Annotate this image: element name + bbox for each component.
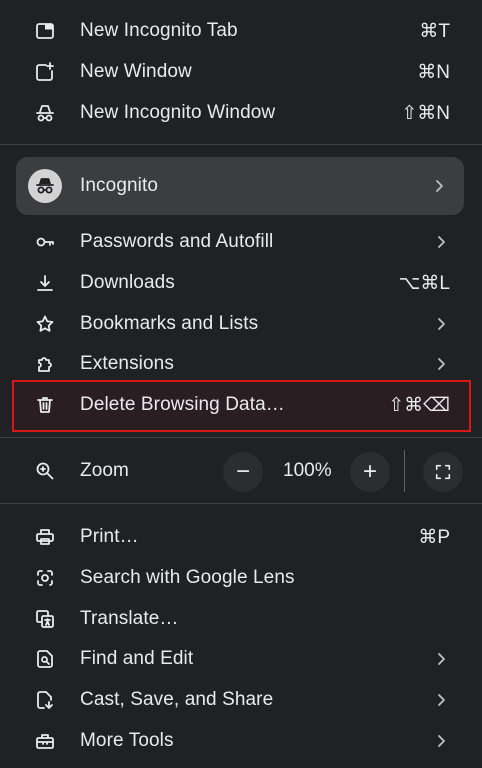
menu-item-label: Search with Google Lens [80, 567, 295, 588]
star-icon [34, 313, 56, 335]
divider [0, 144, 482, 145]
fullscreen-icon [434, 463, 452, 481]
new-window-icon [34, 61, 56, 83]
shortcut-label: ⇧⌘N [401, 102, 450, 124]
menu-item-cast-save-share[interactable]: Cast, Save, and Share [0, 680, 482, 720]
cast-save-icon [34, 689, 56, 711]
menu-item-translate[interactable]: Translate… [0, 599, 482, 639]
chevron-right-icon [436, 693, 446, 707]
chevron-right-icon [436, 652, 446, 666]
menu-item-new-incognito-tab[interactable]: New Incognito Tab ⌘T [0, 11, 482, 51]
menu-item-label: Cast, Save, and Share [80, 689, 274, 710]
profile-incognito-row[interactable]: Incognito [16, 157, 464, 215]
menu-item-label: New Incognito Tab [80, 20, 238, 41]
trash-icon [34, 394, 56, 416]
lens-icon [34, 567, 56, 589]
menu-item-more-tools[interactable]: More Tools [0, 721, 482, 761]
toolbox-icon [34, 730, 56, 752]
zoom-icon [34, 460, 56, 482]
shortcut-label: ⇧⌘⌫ [388, 394, 450, 416]
shortcut-label: ⌘P [418, 526, 450, 548]
menu-item-label: Delete Browsing Data… [80, 394, 285, 415]
menu-item-find-edit[interactable]: Find and Edit [0, 639, 482, 679]
menu-item-label: Extensions [80, 353, 174, 374]
chevron-right-icon [434, 179, 444, 193]
shortcut-label: ⌘T [419, 20, 450, 42]
zoom-level: 100% [283, 460, 332, 481]
menu-item-label: More Tools [80, 730, 174, 751]
menu-item-bookmarks-lists[interactable]: Bookmarks and Lists [0, 304, 482, 344]
shortcut-label: ⌘N [417, 61, 450, 83]
fullscreen-button[interactable] [423, 452, 463, 492]
translate-icon [34, 608, 56, 630]
menu-item-new-incognito-window[interactable]: New Incognito Window ⇧⌘N [0, 93, 482, 133]
menu-item-passwords-autofill[interactable]: Passwords and Autofill [0, 222, 482, 262]
key-icon [34, 231, 56, 253]
menu-item-label: New Window [80, 61, 192, 82]
menu-item-label: New Incognito Window [80, 102, 276, 123]
menu-item-google-lens[interactable]: Search with Google Lens [0, 558, 482, 598]
chevron-right-icon [436, 734, 446, 748]
menu-item-new-window[interactable]: New Window ⌘N [0, 52, 482, 92]
find-icon [34, 648, 56, 670]
shortcut-label: ⌥⌘L [398, 272, 450, 294]
chevron-right-icon [436, 357, 446, 371]
menu-item-extensions[interactable]: Extensions [0, 344, 482, 384]
print-icon [34, 526, 56, 548]
separator [404, 450, 405, 492]
menu-item-label: Translate… [80, 608, 179, 629]
menu-item-downloads[interactable]: Downloads ⌥⌘L [0, 263, 482, 303]
incognito-icon [34, 102, 56, 124]
profile-label: Incognito [80, 175, 159, 196]
new-tab-icon [34, 20, 56, 42]
divider [0, 437, 482, 438]
menu-item-label: Passwords and Autofill [80, 231, 274, 252]
menu-item-print[interactable]: Print… ⌘P [0, 517, 482, 557]
zoom-in-button[interactable]: + [350, 452, 390, 492]
chevron-right-icon [436, 317, 446, 331]
menu-item-label: Downloads [80, 272, 175, 293]
menu-item-label: Find and Edit [80, 648, 194, 669]
zoom-label: Zoom [80, 460, 129, 481]
menu-item-delete-browsing-data[interactable]: Delete Browsing Data… ⇧⌘⌫ [0, 385, 482, 425]
incognito-avatar-icon [28, 169, 62, 203]
zoom-out-button[interactable]: − [223, 452, 263, 492]
divider [0, 503, 482, 504]
chevron-right-icon [436, 235, 446, 249]
download-icon [34, 272, 56, 294]
menu-item-label: Print… [80, 526, 139, 547]
extension-icon [34, 353, 56, 375]
menu-item-label: Bookmarks and Lists [80, 313, 259, 334]
